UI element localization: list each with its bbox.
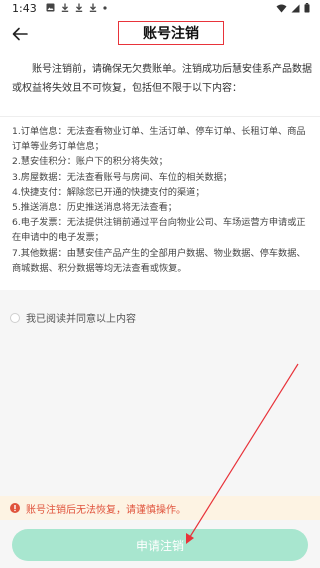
status-time: 1:43 (12, 2, 37, 15)
list-item: 7.其他数据：由慧安佳产品产生的全部用户数据、物业数据、停车数据、商城数据、积分… (12, 247, 306, 274)
status-left-icons (46, 3, 107, 12)
content-card: 账号注销前，请确保无欠费账单。注销成功后慧安佳系产品数据或权益将失效且不可恢复，… (0, 50, 320, 290)
list-item: 2.慧安佳积分：账户下的积分将失效； (12, 156, 168, 168)
status-bar: 1:43 (0, 0, 320, 18)
header: 账号注销 (0, 18, 320, 50)
agree-label: 我已阅读并同意以上内容 (26, 314, 136, 325)
list-item: 1.订单信息：无法查看物业订单、生活订单、停车订单、长租订单、商品订单等业务订单… (12, 126, 306, 153)
warning-text: 账号注销后无法恢复，请谨慎操作。 (26, 504, 186, 516)
list-item: 5.推送消息：历史推送消息将无法查看； (12, 202, 177, 214)
battery-icon (304, 3, 310, 13)
warning-banner: 账号注销后无法恢复，请谨慎操作。 (0, 496, 320, 520)
agree-radio[interactable] (10, 312, 20, 323)
download-icon (75, 3, 83, 12)
intro-text: 账号注销前，请确保无欠费账单。注销成功后慧安佳系产品数据或权益将失效且不可恢复，… (12, 64, 312, 94)
list-item: 3.房屋数据：无法查看账号与房间、车位的相关数据； (12, 171, 233, 183)
list-item: 4.快捷支付：解除您已开通的快捷支付的渠道； (12, 186, 205, 198)
download-icon (61, 3, 69, 12)
apply-cancel-account-button[interactable]: 申请注销 (12, 529, 308, 561)
download-icon (89, 3, 97, 12)
wifi-icon (276, 4, 287, 12)
image-icon (46, 3, 55, 12)
list-item: 6.电子发票：无法提供注销前通过平台向物业公司、车场运营方申请或正在申请中的电子… (12, 217, 306, 244)
alert-circle-icon (10, 503, 20, 513)
agree-checkbox-row[interactable]: 我已阅读并同意以上内容 (10, 310, 136, 325)
items-list: 1.订单信息：无法查看物业订单、生活订单、停车订单、长租订单、商品订单等业务订单… (12, 124, 312, 276)
page-title: 账号注销 (118, 21, 224, 45)
status-right-icons (276, 3, 310, 13)
arrow-left-icon (12, 27, 28, 41)
back-button[interactable] (8, 22, 32, 46)
signal-icon (291, 4, 300, 12)
divider (0, 116, 320, 117)
dot-icon (103, 5, 107, 10)
